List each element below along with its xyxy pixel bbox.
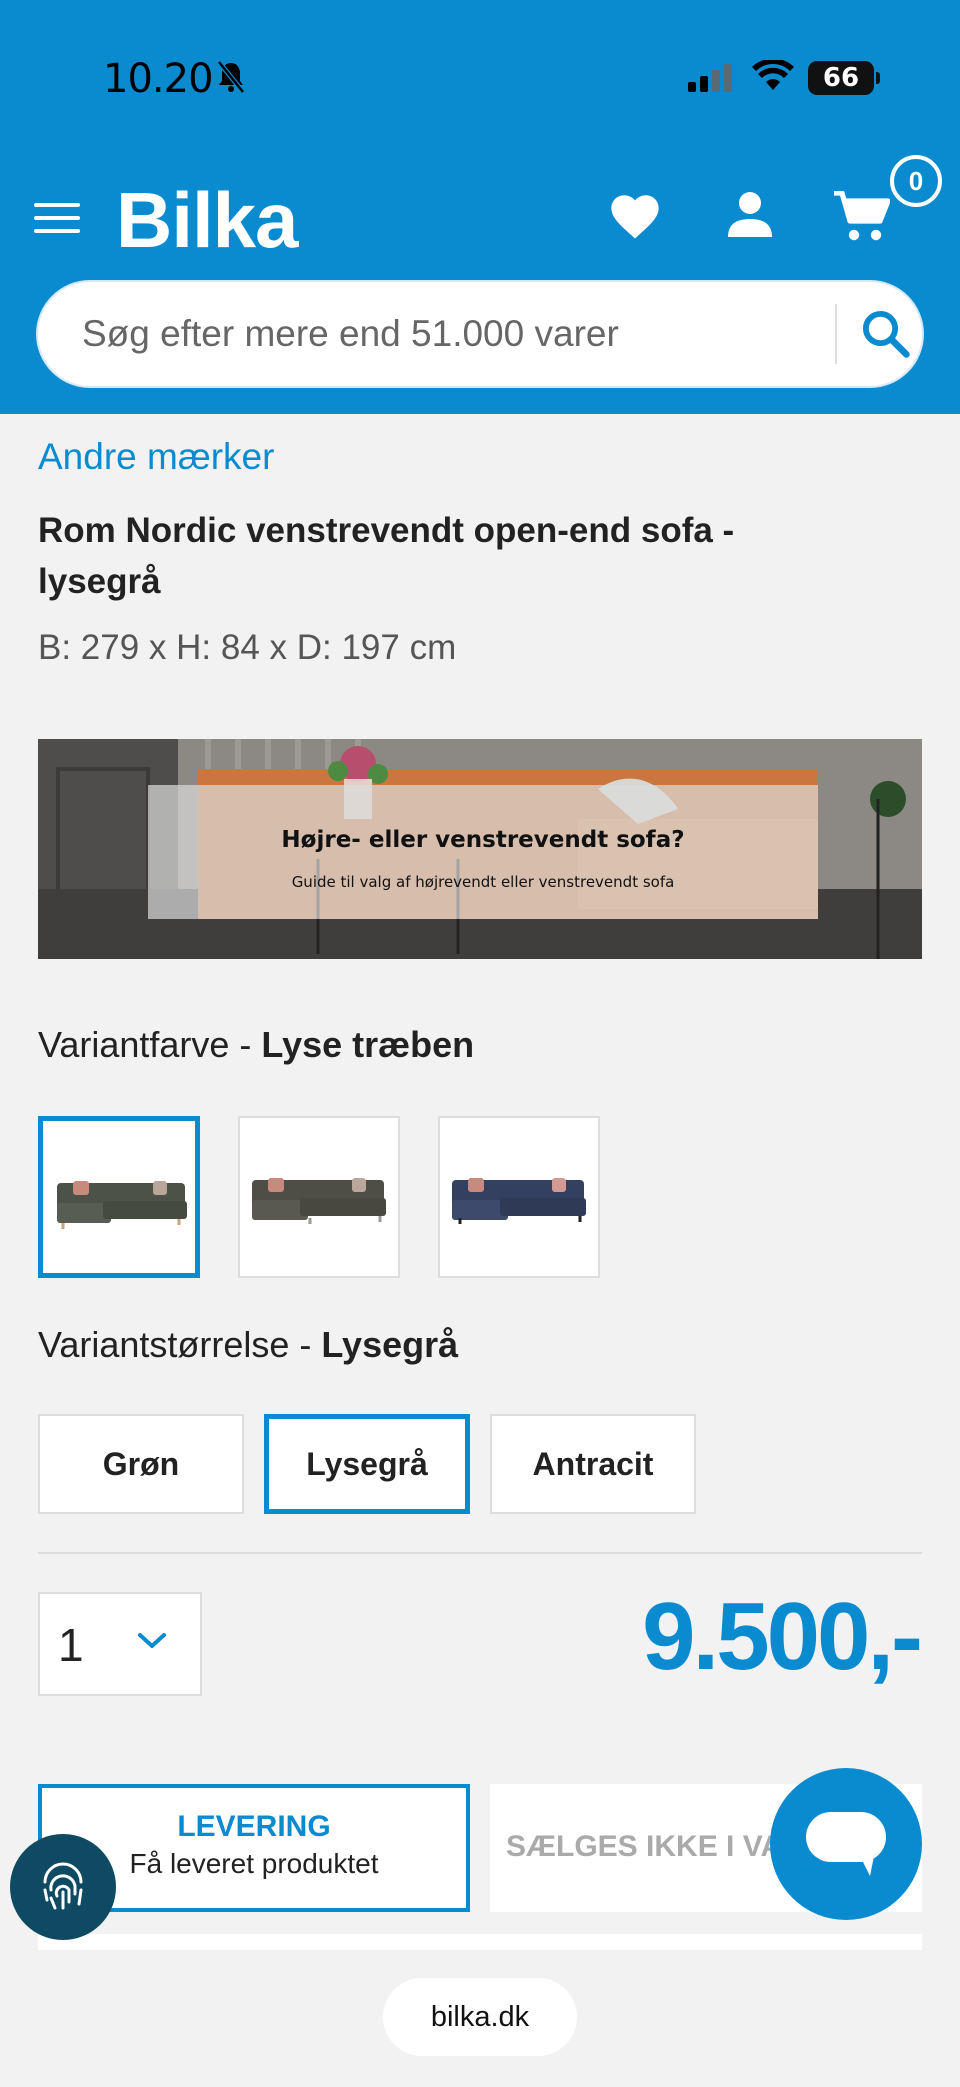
color-swatch-grey[interactable] [238,1116,400,1278]
chevron-down-icon [136,1630,168,1657]
blue-sofa-image [452,1178,586,1224]
chat-bubble-icon [806,1812,886,1876]
fingerprint-button[interactable] [10,1834,116,1940]
banner-overlay: Højre- eller venstrevendt sofa? Guide ti… [148,785,818,919]
chat-button[interactable] [770,1768,922,1920]
battery-icon: 66 [808,61,880,95]
green-sofa-image [57,1181,187,1229]
status-bar: 10.20 66 [0,48,960,108]
quantity-select[interactable]: 1 [38,1592,202,1696]
divider [38,1552,922,1554]
user-icon[interactable] [728,191,772,242]
bilka-logo[interactable]: Bilka [116,175,298,266]
color-swatch-blue[interactable] [438,1116,600,1278]
brand-link[interactable]: Andre mærker [38,436,274,478]
size-option-gron[interactable]: Grøn [38,1414,244,1514]
site-header: Bilka 0 [0,155,960,265]
banner-subtitle: Guide til valg af højrevendt eller venst… [291,873,675,891]
variant-color-label: Variantfarve - Lyse træben [38,1024,474,1066]
browser-bottom-bar: bilka.dk [0,1950,960,2087]
search-input[interactable] [82,282,822,386]
variant-size-prefix: Variantstørrelse - [38,1324,322,1365]
size-option-antracit[interactable]: Antracit [490,1414,696,1514]
product-dimensions: B: 279 x H: 84 x D: 197 cm [38,628,457,667]
search-divider [835,304,837,364]
store-option-label: SÆLGES IKKE I VA [506,1830,783,1863]
variant-color-selected: Lyse træben [261,1024,475,1065]
status-time: 10.20 [103,56,214,102]
search-bar [38,282,922,386]
search-icon[interactable] [858,306,912,365]
color-swatch-green[interactable] [38,1116,200,1278]
cart-icon[interactable] [834,190,891,248]
wifi-icon [752,58,794,97]
product-price: 9.500,- [642,1583,923,1690]
variant-color-prefix: Variantfarve - [38,1024,262,1065]
quantity-value: 1 [58,1619,84,1671]
variant-size-label: Variantstørrelse - Lysegrå [38,1324,458,1366]
url-bar[interactable]: bilka.dk [383,1978,577,2056]
fingerprint-icon [43,1862,83,1910]
menu-icon[interactable] [34,203,80,233]
silent-bell-icon [216,60,246,99]
grey-sofa-image [252,1178,386,1224]
banner-title: Højre- eller venstrevendt sofa? [281,827,685,853]
sofa-guide-banner[interactable]: Højre- eller venstrevendt sofa? Guide ti… [38,739,922,959]
size-option-lysegraa[interactable]: Lysegrå [264,1414,470,1514]
cellular-signal-icon [688,64,736,97]
variant-size-selected: Lysegrå [321,1324,459,1365]
product-title: Rom Nordic venstrevendt open-end sofa - … [38,511,735,601]
cart-count-badge: 0 [890,155,942,207]
heart-icon[interactable] [608,191,662,246]
top-bar: 10.20 66 Bilka 0 [0,0,960,414]
